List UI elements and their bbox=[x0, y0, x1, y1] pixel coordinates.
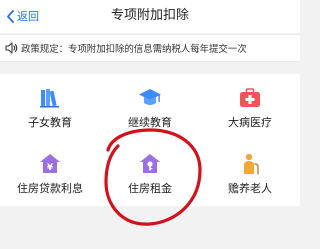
notice-text: 政策规定：专项附加扣除的信息需纳税人每年提交一次 bbox=[21, 44, 247, 55]
grid-item-elderly-support[interactable]: 赡养老人 bbox=[200, 146, 300, 206]
medical-kit-icon bbox=[240, 88, 260, 107]
navigation-bar: 返回 专项附加扣除 bbox=[0, 0, 300, 33]
deduction-grid: 子女教育 继续教育 大病医疗 ¥ 住房贷款利息 住房租金 赡养老人 bbox=[0, 74, 300, 206]
house-key-icon bbox=[140, 154, 160, 173]
grid-item-label: 赡养老人 bbox=[228, 182, 272, 195]
grid-item-label: 继续教育 bbox=[128, 116, 172, 129]
elderly-person-icon bbox=[244, 153, 259, 175]
grid-item-label: 住房租金 bbox=[128, 182, 172, 195]
grid-item-label: 子女教育 bbox=[28, 116, 72, 129]
grid-item-housing-loan-interest[interactable]: ¥ 住房贷款利息 bbox=[0, 146, 100, 206]
app-screen: 返回 专项附加扣除 政策规定：专项附加扣除的信息需纳税人每年提交一次 子女教育 bbox=[0, 0, 300, 249]
graduation-cap-icon bbox=[139, 89, 161, 105]
grid-item-continuing-education[interactable]: 继续教育 bbox=[100, 80, 200, 140]
policy-notice: 政策规定：专项附加扣除的信息需纳税人每年提交一次 bbox=[0, 34, 300, 62]
grid-item-serious-illness-medical[interactable]: 大病医疗 bbox=[200, 80, 300, 140]
grid-item-children-education[interactable]: 子女教育 bbox=[0, 80, 100, 140]
grid-item-housing-rent[interactable]: 住房租金 bbox=[100, 146, 200, 206]
grid-item-label: 大病医疗 bbox=[228, 116, 272, 129]
speaker-icon bbox=[5, 42, 18, 54]
svg-text:¥: ¥ bbox=[47, 163, 54, 173]
books-icon bbox=[40, 89, 59, 108]
grid-item-label: 住房贷款利息 bbox=[17, 182, 83, 195]
house-loan-icon: ¥ bbox=[40, 154, 60, 173]
page-title: 专项附加扣除 bbox=[110, 8, 189, 23]
